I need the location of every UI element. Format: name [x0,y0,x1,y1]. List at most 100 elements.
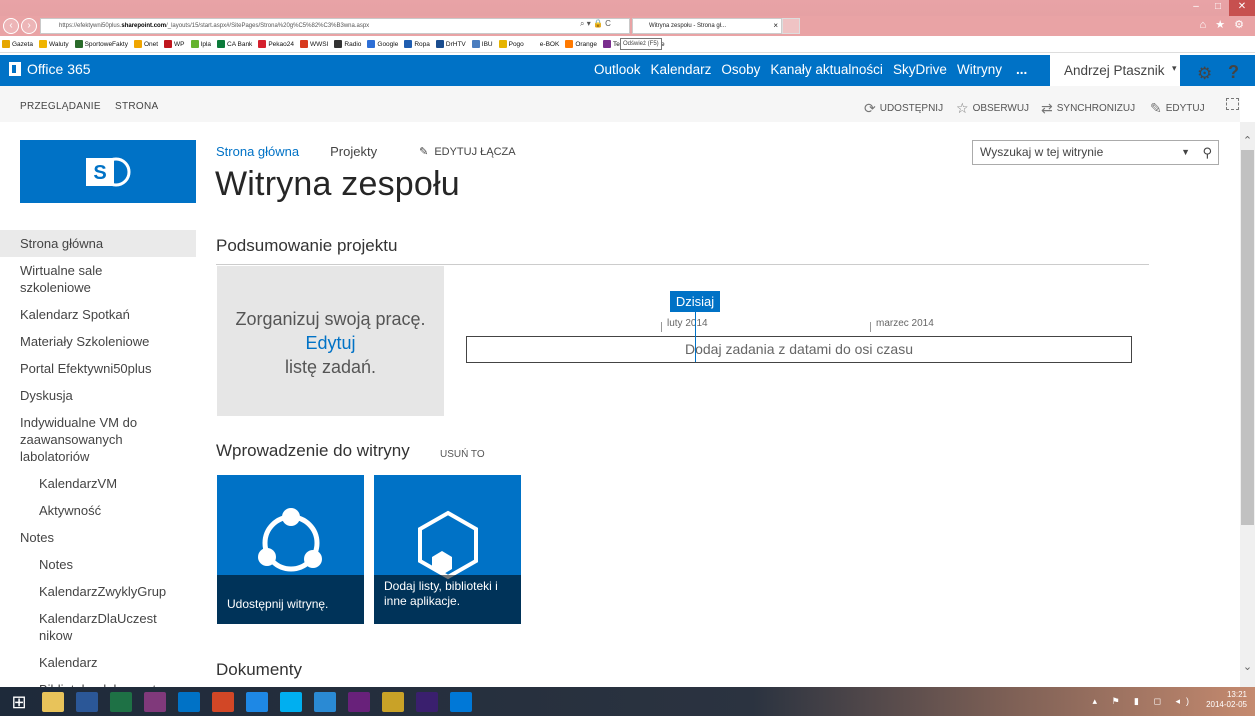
new-tab-button[interactable] [782,18,800,34]
focus-mode-icon[interactable] [1226,98,1239,110]
minimize-button[interactable]: – [1185,0,1207,16]
timeline-bar[interactable]: Dodaj zadania z datami do osi czasu [466,336,1132,363]
topnav-projects[interactable]: Projekty [330,144,377,159]
quick-launch-item[interactable]: KalendarzVM [0,470,196,497]
quick-launch-item[interactable]: Kalendarz [0,649,196,676]
quick-launch-item[interactable]: KalendarzZwyklyGrup [0,578,196,605]
visual-studio-icon[interactable] [348,691,370,712]
favorite-link[interactable]: Onet [133,40,159,48]
quick-launch-item[interactable]: Strona główna [0,230,196,257]
address-controls[interactable]: ⌕ ▾ 🔒 C [580,19,611,29]
browser-tab-active[interactable]: Witryna zespołu - Strona gł... × [632,18,782,34]
favorite-link[interactable]: Gazeta [2,40,33,48]
user-name[interactable]: Andrzej Ptasznik [1064,63,1165,78]
tray-icons[interactable]: ▴ ⚑ ▮ ◻ ◂) [1092,696,1195,707]
tab-browse[interactable]: PRZEGLĄDANIE [20,101,101,112]
help-icon[interactable]: ? [1228,62,1239,83]
office365-logo[interactable]: Office 365 [9,61,91,77]
back-button[interactable]: ‹ [3,18,19,34]
favorite-link[interactable]: CA Bank [217,40,252,48]
clock[interactable]: 13:21 2014-02-05 [1206,690,1247,710]
add-lists-tile[interactable]: Dodaj listy, biblioteki i inne aplikacje… [374,475,521,624]
favorite-link[interactable]: Pogo [498,40,524,48]
share-site-caption: Udostępnij witrynę. [217,575,364,624]
close-window-button[interactable]: ✕ [1229,0,1255,16]
edit-links-button[interactable]: ✎ EDYTUJ ŁĄCZA [419,145,516,158]
quick-launch-item[interactable]: Aktywność [0,497,196,524]
scroll-up-arrow[interactable]: ⌃ [1240,134,1255,147]
scrollbar-thumb[interactable] [1241,150,1254,525]
sync-button[interactable]: ⇄ SYNCHRONIZUJ [1041,100,1135,117]
quick-launch-item[interactable]: Indywidualne VM do zaawansowanych labola… [0,409,160,470]
favorite-link[interactable]: Waluty [38,40,69,48]
quick-launch-item[interactable]: Materiały Szkoleniowe [0,328,196,355]
share-button[interactable]: ⟳ UDOSTĘPNIJ [864,100,943,117]
search-icon[interactable]: ⚲ [1202,141,1212,164]
browser-tool-icons[interactable]: ⌂ ★ ⚙ [1200,18,1247,31]
skype-icon[interactable] [280,691,302,712]
svg-text:S: S [93,162,106,184]
suite-nav-outlook[interactable]: Outlook [594,62,641,77]
favorite-link[interactable]: e-BOK [529,40,559,48]
favorite-link[interactable]: Ropa [404,40,430,48]
suite-nav-sites[interactable]: Witryny [957,62,1002,77]
outlook-icon[interactable] [178,691,200,712]
favorite-label: Onet [143,40,159,48]
quick-launch-item[interactable]: Notes [0,524,196,551]
today-marker-line [695,312,696,362]
edit-button[interactable]: ✎ EDYTUJ [1150,100,1205,117]
excel-icon[interactable] [110,691,132,712]
url-path: /_layouts/15/start.aspx#/SitePages/Stron… [166,23,370,29]
url-prefix: https://efektywni50plus. [59,23,122,29]
quick-launch-item[interactable]: KalendarzDlaUczestnikow [0,605,180,649]
suite-nav-skydrive[interactable]: SkyDrive [893,62,947,77]
quick-launch-item[interactable]: Dyskusja [0,382,196,409]
favorite-link[interactable]: WWSI [299,40,329,48]
gear-icon[interactable]: ⚙ [1197,64,1212,84]
favorite-link[interactable]: Orange [565,40,597,48]
scroll-down-arrow[interactable]: ⌄ [1240,660,1255,673]
quick-launch-item[interactable]: Notes [0,551,196,578]
share-site-tile[interactable]: Udostępnij witrynę. [217,475,364,624]
search-input[interactable]: Wyszukaj w tej witrynie ▼ ⚲ [972,140,1219,165]
follow-button[interactable]: ☆ OBSERWUJ [956,100,1029,117]
favorite-link[interactable]: Google [367,40,398,48]
topnav-home[interactable]: Strona główna [216,144,299,159]
remove-intro-button[interactable]: USUŃ TO [440,449,485,460]
address-bar[interactable]: https://efektywni50plus.sharepoint.com/_… [40,18,630,34]
word-icon[interactable] [76,691,98,712]
visual-studio-code-icon[interactable] [416,691,438,712]
file-explorer-icon[interactable] [42,691,64,712]
favorite-link[interactable]: WP [164,40,185,48]
chevron-down-icon[interactable]: ▼ [1181,141,1190,164]
chevron-down-icon[interactable]: ▾ [1172,63,1177,74]
favorite-link[interactable]: IBU [471,40,493,48]
skydrive-icon[interactable] [246,691,268,712]
powerpoint-icon[interactable] [212,691,234,712]
onenote-icon[interactable] [144,691,166,712]
tab-page[interactable]: STRONA [115,101,158,112]
suite-nav-newsfeed[interactable]: Kanały aktualności [770,62,883,77]
quick-launch-item[interactable]: Portal Efektywni50plus [0,355,196,382]
forward-button[interactable]: › [21,18,37,34]
favorite-link[interactable]: SportoweFakty [74,40,128,48]
favorite-icon [299,40,308,48]
quick-launch-item[interactable]: Kalendarz Spotkań [0,301,196,328]
favorite-label: WWSI [309,40,329,48]
suite-nav-more[interactable]: ... [1016,62,1027,77]
favorite-link[interactable]: DrHTV [435,40,466,48]
favorite-link[interactable]: Radio [334,40,361,48]
site-logo[interactable]: S [20,140,196,203]
suite-nav-people[interactable]: Osoby [721,62,760,77]
app-icon[interactable] [382,691,404,712]
quick-launch-item[interactable]: Wirtualne sale szkoleniowe [0,257,160,301]
favorite-link[interactable]: Pekao24 [258,40,294,48]
lync-icon[interactable] [450,691,472,712]
favorite-link[interactable]: Ipla [190,40,211,48]
edit-tasks-link[interactable]: Edytuj [217,331,444,355]
internet-explorer-icon[interactable] [314,691,336,712]
tab-close-button[interactable]: × [773,19,778,33]
maximize-button[interactable]: □ [1207,0,1229,16]
suite-nav-calendar[interactable]: Kalendarz [651,62,712,77]
windows-start-icon[interactable]: ⊞ [8,692,30,712]
